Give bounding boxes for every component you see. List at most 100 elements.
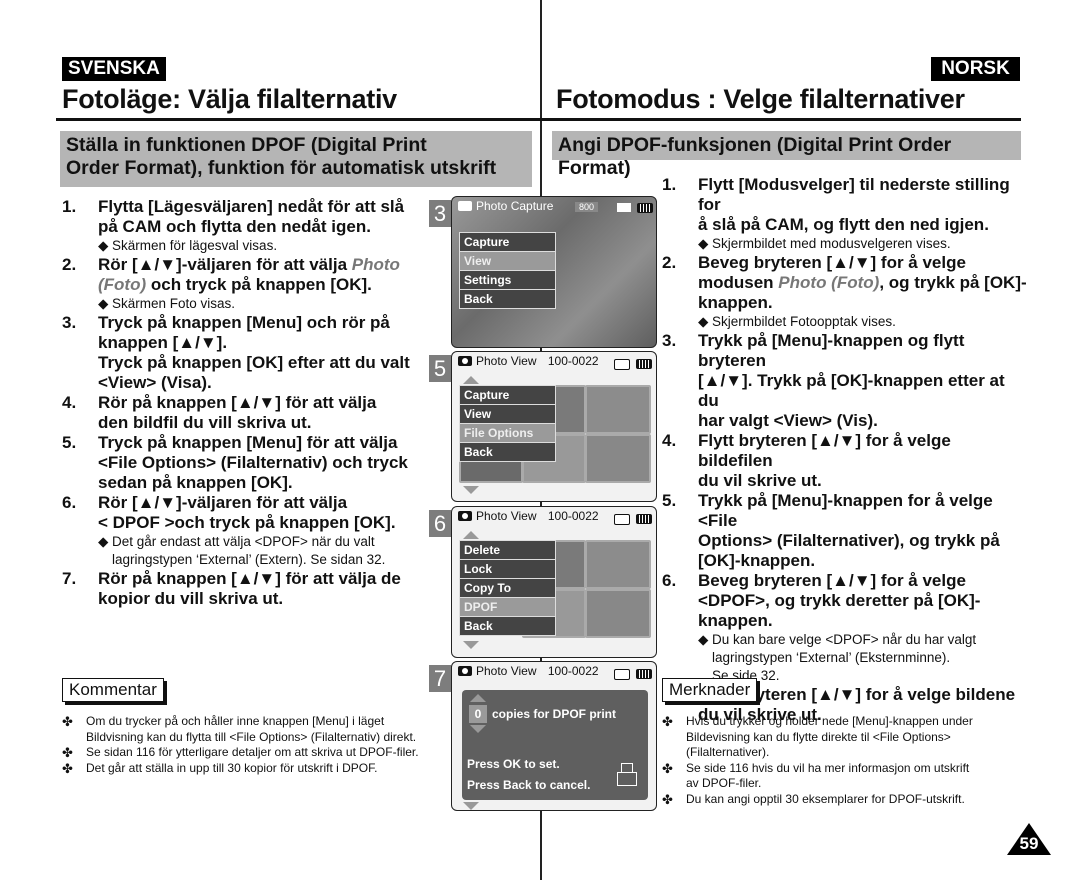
language-badge-svenska: SVENSKA [62,57,166,81]
clover-bullet-icon: ✤ [62,745,73,760]
step-3: 3. Trykk på [Menu]-knappen og flytt bryte… [662,331,1005,430]
menu-item-dpof[interactable]: DPOF [460,598,555,617]
menu-item-view[interactable]: View [460,252,555,271]
screen-header: Photo View 100-0022 [458,354,599,368]
card-icon [614,669,630,680]
printer-icon-top [621,763,633,773]
dpof-dialog: 0 copies for DPOF print Press OK to set.… [462,690,648,800]
card-icon [614,359,630,370]
menu-item-capture[interactable]: Capture [460,386,555,405]
notes-svenska: ✤ Om du trycker på och håller inne knappe… [62,714,422,776]
step-1: 1. Flytt [Modusvelger] til nederste still… [662,175,1010,251]
scroll-down-icon[interactable] [463,802,479,810]
card-icon [614,514,630,525]
hint-ok: Press OK to set. [467,757,560,771]
menu-item-view[interactable]: View [460,405,555,424]
clover-bullet-icon: ✤ [62,714,73,729]
screen-photo-view-file-options: Photo View 100-0022 Capture View File Op… [451,351,657,502]
screen-menu: Delete Lock Copy To DPOF Back [459,540,556,636]
note-item: ✤ Om du trycker på och håller inne knappe… [62,714,417,744]
step-2: 2. Rör [▲/▼]-väljaren för att välja Photo… [62,255,400,311]
step-5: 5. Tryck på knappen [Menu] för att välja <… [62,433,408,492]
battery-icon [637,203,653,213]
battery-icon [636,514,652,524]
camera-icon [458,356,472,366]
card-icon [617,203,631,212]
title-rule-right [540,118,1021,121]
screen-photo-view-dpof: Photo View 100-0022 Delete Lock Copy To … [451,506,657,658]
camera-icon [458,511,472,521]
step-6: 6. Beveg bryteren [▲/▼] for å velge <DPOF>… [662,571,981,683]
notes-norsk: ✤ Hvis du trykker og holder nede [Menu]-k… [662,714,1032,807]
page-title-svenska: Fotoläge: Välja filalternativ [62,84,397,114]
step-2: 2. Beveg bryteren [▲/▼] for å velge moduse… [662,253,1027,329]
scroll-down-icon[interactable] [463,641,479,649]
step-6: 6. Rör [▲/▼]-väljaren för att välja < DPOF… [62,493,396,567]
camera-icon [458,201,472,211]
copies-value[interactable]: 0 [469,705,487,723]
title-rule-left [56,118,542,121]
language-badge-norsk: NORSK [931,57,1020,81]
hint-back: Press Back to cancel. [467,778,591,792]
screen-step-number: 6 [429,510,451,537]
bullet-icon: ◆ [98,534,109,549]
screen-menu: Capture View Settings Back [459,232,556,309]
page-number: 59 [1019,834,1039,853]
note-item: ✤ Det går att ställa in upp till 30 kopio… [62,760,378,776]
menu-item-capture[interactable]: Capture [460,233,555,252]
thumbnail[interactable] [585,589,651,638]
menu-item-file-options[interactable]: File Options [460,424,555,443]
copies-label: copies for DPOF print [492,707,617,721]
step-7: 7. Rör på knappen [▲/▼] för att välja de k… [62,569,401,608]
bullet-icon: ◆ [698,632,709,647]
battery-icon [636,669,652,679]
screen-menu: Capture View File Options Back [459,385,556,462]
thumbnail[interactable] [585,434,651,483]
thumbnail[interactable] [585,385,651,434]
decrease-icon[interactable] [470,725,486,733]
step-4: 4. Flytt bryteren [▲/▼] for å velge bilde… [662,431,951,490]
screen-header: Photo Capture [458,199,553,213]
screen-header: Photo View 100-0022 [458,509,599,523]
menu-item-copy-to[interactable]: Copy To [460,579,555,598]
thumbnail[interactable] [585,540,651,589]
screen-photo-capture: Photo Capture 800 Capture View Settings … [451,196,657,348]
bullet-icon: ◆ [698,314,709,329]
clover-bullet-icon: ✤ [662,760,673,776]
menu-item-settings[interactable]: Settings [460,271,555,290]
page-title-norsk: Fotomodus : Velge filalternativer [556,84,965,114]
increase-icon[interactable] [470,694,486,702]
note-item: ✤ Se side 116 hvis du vil ha mer informas… [662,760,970,791]
note-item: ✤ Se sidan 116 för ytterligare detaljer o… [62,745,419,760]
step-4: 4. Rör på knappen [▲/▼] för att välja den … [62,393,377,432]
section-heading-svenska: Ställa in funktionen DPOF (Digital Print… [60,131,532,187]
screen-step-number: 5 [429,355,451,382]
menu-item-back[interactable]: Back [460,443,555,461]
notes-heading-norsk: Merknader [662,678,758,702]
note-item: ✤ Du kan angi opptil 30 eksemplarer for D… [662,791,965,807]
section-heading-norsk: Angi DPOF-funksjonen (Digital Print Orde… [552,131,1021,179]
screen-dpof-copies: Photo View 100-0022 0 copies for DPOF pr… [451,661,657,811]
section-heading-line: Ställa in funktionen DPOF (Digital Print [66,134,427,156]
scroll-down-icon[interactable] [463,486,479,494]
menu-item-back[interactable]: Back [460,617,555,635]
menu-item-back[interactable]: Back [460,290,555,308]
screen-step-number: 3 [429,200,451,227]
camera-icon [458,666,472,676]
note-item: ✤ Hvis du trykker og holder nede [Menu]-k… [662,714,973,759]
clover-bullet-icon: ✤ [62,760,73,776]
scroll-up-icon[interactable] [463,376,479,384]
scroll-up-icon[interactable] [463,531,479,539]
steps-norsk: 1. Flytt [Modusvelger] til nederste still… [662,175,1027,725]
bullet-icon: ◆ [698,236,709,251]
menu-item-lock[interactable]: Lock [460,560,555,579]
menu-item-delete[interactable]: Delete [460,541,555,560]
steps-svenska: 1. Flytta [Lägesväljaren] nedåt för att s… [62,197,427,609]
bullet-icon: ◆ [98,238,109,253]
clover-bullet-icon: ✤ [662,791,673,807]
battery-icon [636,359,652,369]
step-3: 3. Tryck på knappen [Menu] och rör på knap… [62,313,410,392]
step-5: 5. Trykk på [Menu]-knappen for å velge <F… [662,491,1000,570]
shot-counter: 800 [575,202,599,212]
section-heading-line: Order Format), funktion för automatisk u… [66,157,497,179]
